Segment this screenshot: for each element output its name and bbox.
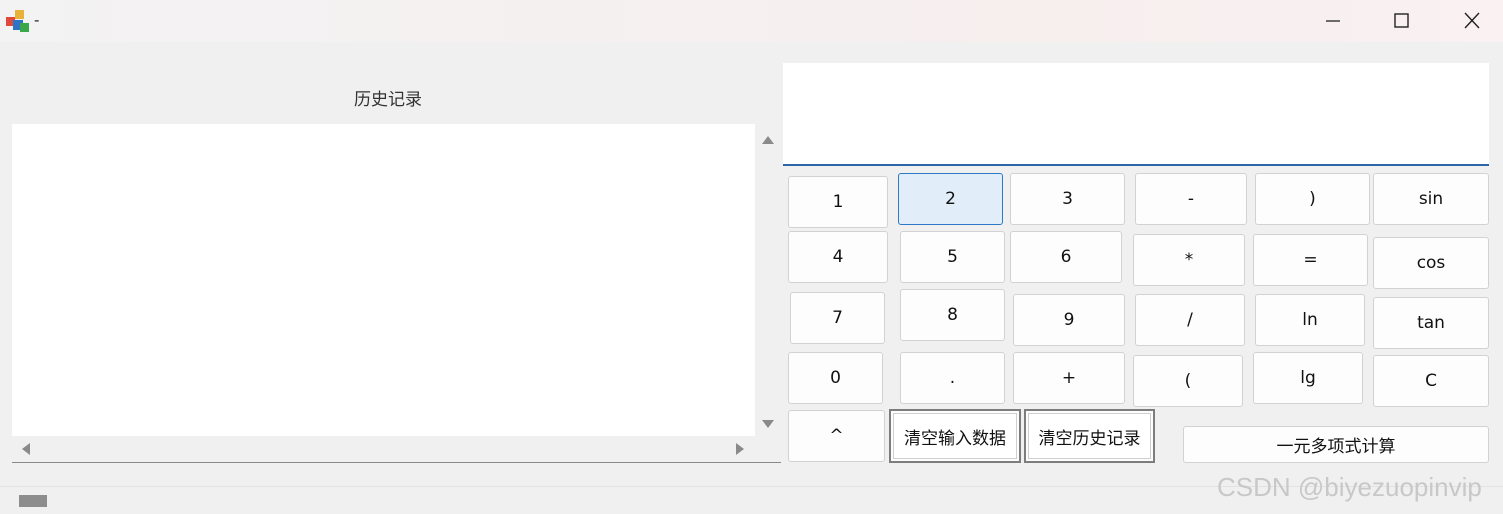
scroll-down-arrow-icon[interactable] [762, 420, 774, 428]
key-lg[interactable]: lg [1253, 352, 1363, 404]
status-grip-icon [19, 495, 47, 507]
minimize-icon [1326, 20, 1340, 22]
close-button[interactable] [1458, 8, 1486, 34]
clear-input-button[interactable]: 清空输入数据 [889, 409, 1021, 463]
key-4[interactable]: 4 [788, 231, 888, 283]
history-horizontal-scrollbar[interactable] [12, 436, 755, 462]
close-icon [1464, 12, 1480, 29]
key-2[interactable]: 2 [898, 173, 1003, 225]
key-7[interactable]: 7 [790, 292, 885, 344]
maximize-button[interactable] [1387, 8, 1415, 34]
key-left-paren[interactable]: ( [1133, 355, 1243, 407]
history-list[interactable] [12, 124, 755, 436]
window-title: - [34, 11, 40, 29]
scrollbar-corner [755, 436, 781, 462]
maximize-icon [1394, 13, 1409, 28]
scroll-right-arrow-icon[interactable] [736, 443, 744, 455]
key-minus[interactable]: - [1135, 173, 1247, 225]
key-clear[interactable]: C [1373, 355, 1489, 407]
key-dot[interactable]: . [900, 352, 1005, 404]
title-bar: - [0, 0, 1503, 42]
clear-history-button[interactable]: 清空历史记录 [1024, 409, 1155, 463]
key-plus[interactable]: + [1013, 352, 1125, 404]
key-1[interactable]: 1 [788, 176, 888, 228]
key-sin[interactable]: sin [1373, 173, 1489, 225]
minimize-button[interactable] [1319, 8, 1347, 34]
expression-display[interactable] [783, 63, 1489, 166]
history-divider [12, 462, 781, 463]
key-equals[interactable]: = [1253, 234, 1368, 286]
scroll-left-arrow-icon[interactable] [22, 443, 30, 455]
key-cos[interactable]: cos [1373, 237, 1489, 289]
key-5[interactable]: 5 [900, 231, 1005, 283]
key-tan[interactable]: tan [1373, 297, 1489, 349]
app-icon [5, 8, 31, 34]
polynomial-button[interactable]: 一元多项式计算 [1183, 426, 1489, 463]
key-0[interactable]: 0 [788, 352, 883, 404]
key-8[interactable]: 8 [900, 289, 1005, 341]
history-vertical-scrollbar[interactable] [755, 124, 781, 436]
key-right-paren[interactable]: ) [1255, 173, 1370, 225]
history-title: 历史记录 [354, 90, 422, 110]
key-multiply[interactable]: * [1133, 234, 1245, 286]
key-6[interactable]: 6 [1010, 231, 1122, 283]
scroll-up-arrow-icon[interactable] [762, 136, 774, 144]
key-9[interactable]: 9 [1013, 294, 1125, 346]
key-ln[interactable]: ln [1255, 294, 1365, 346]
key-divide[interactable]: / [1135, 294, 1245, 346]
key-power[interactable]: ^ [788, 410, 885, 462]
key-3[interactable]: 3 [1010, 173, 1125, 225]
watermark: CSDN @biyezuopinvip [1217, 472, 1482, 502]
